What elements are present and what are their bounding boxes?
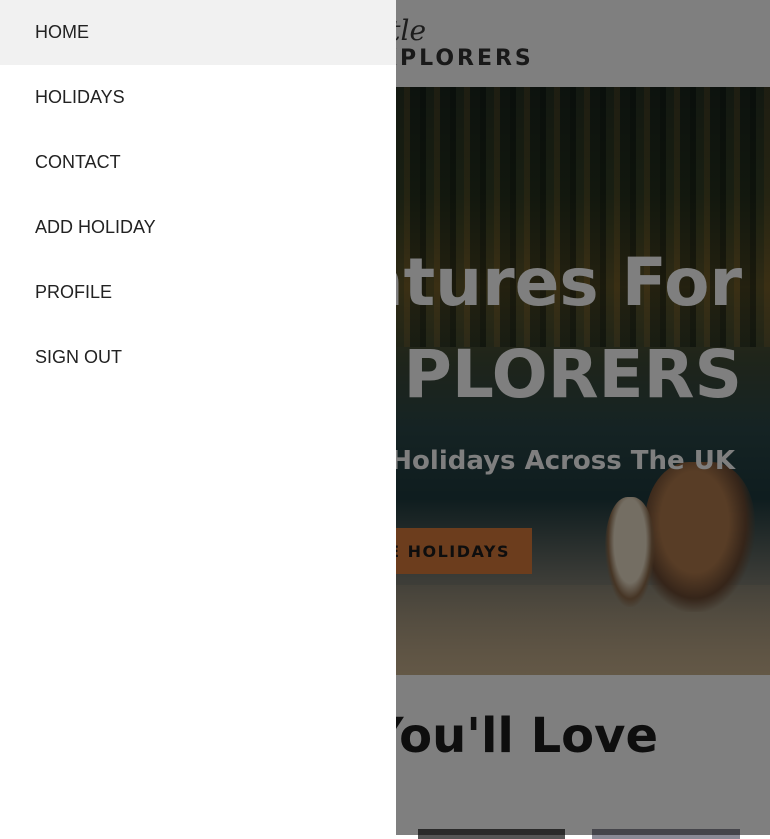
nav-item-label: PROFILE	[35, 282, 113, 302]
nav-item-add-holiday[interactable]: ADD HOLIDAY	[0, 195, 396, 260]
nav-item-sign-out[interactable]: SIGN OUT	[0, 325, 396, 390]
nav-item-profile[interactable]: PROFILE	[0, 260, 396, 325]
nav-item-label: CONTACT	[35, 152, 121, 172]
nav-item-label: SIGN OUT	[35, 347, 123, 367]
nav-menu-list: HOME HOLIDAYS CONTACT ADD HOLIDAY PROFIL…	[0, 0, 396, 390]
side-navigation-drawer: HOME HOLIDAYS CONTACT ADD HOLIDAY PROFIL…	[0, 0, 396, 835]
nav-item-label: HOME	[35, 22, 89, 42]
nav-item-label: HOLIDAYS	[35, 87, 125, 107]
nav-item-home[interactable]: HOME	[0, 0, 396, 65]
nav-item-label: ADD HOLIDAY	[35, 217, 156, 237]
nav-item-holidays[interactable]: HOLIDAYS	[0, 65, 396, 130]
nav-item-contact[interactable]: CONTACT	[0, 130, 396, 195]
